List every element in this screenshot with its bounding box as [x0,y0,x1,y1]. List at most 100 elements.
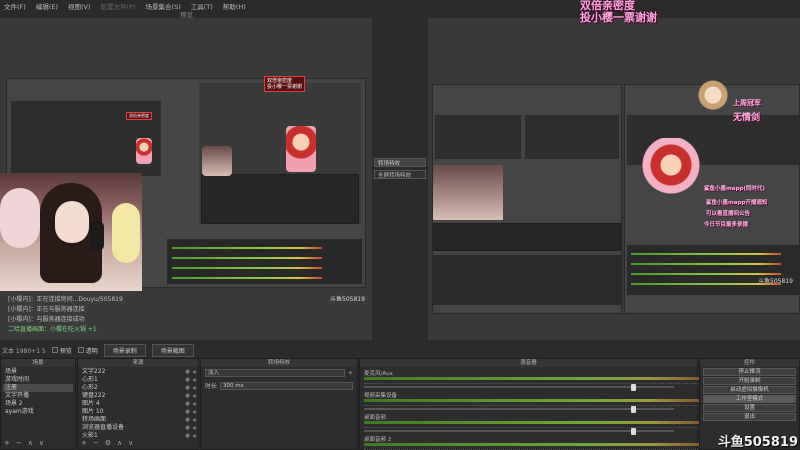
nested-capture-right [432,84,622,314]
scene-item[interactable]: 注册 [3,384,73,392]
source-item[interactable]: 转场画面 ◉ 🔒︎ [80,416,196,424]
source-item[interactable]: 图片 10 ◉ 🔒︎ [80,408,196,416]
lock-icon[interactable]: 🔒︎ [193,416,196,424]
preview-checkbox[interactable]: 预览 [51,346,72,355]
remove-icon[interactable]: − [16,439,22,447]
source-label: 键盘222 [82,392,106,399]
channel-name: 桌面音频 [364,415,387,421]
volume-slider[interactable] [364,430,674,432]
scene-item[interactable]: 文字开播 [3,392,73,400]
controls-title: 控件 [700,359,799,367]
transitions-dock: 转场特效 淡入 + 时长 300 ms [200,358,358,450]
lock-icon[interactable]: 🔒︎ [193,432,196,440]
source-item[interactable]: 心形2 ◉ 🔒︎ [80,384,196,392]
source-item[interactable]: 文字222 ◉ 🔒︎ [80,368,196,376]
up-icon[interactable]: ∧ [117,439,122,447]
control-button[interactable]: 停止推流 [703,368,796,376]
menu-file[interactable]: 文件(F) [4,1,26,11]
transition-select[interactable]: 全屏转场特效 [374,170,426,179]
webcam-thumb [202,146,232,176]
volume-slider[interactable] [364,408,674,410]
down-icon[interactable]: ∨ [39,439,44,447]
avatar-image [698,78,728,116]
control-button[interactable]: 开始录制 [703,377,796,385]
source-label: 转场画面 [82,416,107,423]
lock-icon[interactable]: 🔒︎ [193,424,196,432]
source-item[interactable]: 浏览器直播设备 ◉ 🔒︎ [80,424,196,432]
mixer-channel: 麦克风/Aux-inf dB🔊︎⚙ [364,369,722,391]
sources-dock: 来源 文字222 ◉ 🔒︎ 心形1 ◉ 🔒︎ 心形2 ◉ 🔒︎ 键盘222 ◉ 🔒︎ 图片 4 ◉ 🔒︎ 图片… [77,358,199,450]
mixer-channel: 桌面音频 2-inf dB🔊︎⚙ [364,435,722,450]
add-icon[interactable]: + [348,370,353,377]
control-button[interactable]: 工作室模式 [703,395,796,403]
overlay-notice: 今日节目最多录播 [704,222,749,228]
menu-scene-collection[interactable]: 场景集合(S) [146,1,181,11]
source-label: 心形2 [82,384,98,391]
channel-name: 视频采集设备 [364,393,398,399]
lock-icon[interactable]: 🔒︎ [193,392,196,400]
menu-tools[interactable]: 工具(T) [191,1,213,11]
up-icon[interactable]: ∧ [28,439,33,447]
eye-icon[interactable]: ◉ [185,368,190,376]
menu-profile[interactable]: 配置文件(P) [101,1,136,11]
watermark: 斗鱼505819 [717,435,798,450]
anime-character-image-small [136,138,152,164]
status-text: 文本 1980+1 5 [2,347,46,355]
overlay-notice: 可以看直播间公告 [706,211,751,217]
volume-slider[interactable] [364,386,674,388]
eye-icon[interactable]: ◉ [185,432,190,440]
source-item[interactable]: 图片 4 ◉ 🔒︎ [80,400,196,408]
lock-icon[interactable]: 🔒︎ [193,384,196,392]
scene-record-button[interactable]: 场景录制 [103,343,146,357]
eye-icon[interactable]: ◉ [185,416,190,424]
volume-slider-knob[interactable] [630,406,636,413]
transition-type-select[interactable]: 淡入 [205,369,345,377]
eye-icon[interactable]: ◉ [185,424,190,432]
mixer-channel: 视频采集设备-inf dB🔊︎⚙ [364,391,722,413]
scene-screenshot-button[interactable]: 场景截图 [151,343,194,357]
control-button[interactable]: 设置 [703,404,796,412]
add-icon[interactable]: + [81,439,87,447]
menu-view[interactable]: 视图(V) [68,1,91,11]
scenes-dock: 场景 场景 游戏时间 注册 文字开播 场景 2 ayam游戏 + − ∧ ∨ [0,358,76,450]
scene-item[interactable]: ayam游戏 [3,408,73,416]
volume-slider-knob[interactable] [630,428,636,435]
gear-icon[interactable]: ⚙ [105,439,111,447]
lock-icon[interactable]: 🔒︎ [193,376,196,384]
program-pane[interactable]: 上周冠军 无情剑 鲨鱼小墨mapp(同时代) 鲨鱼小墨mapp开播通知 可以看直… [428,18,800,340]
preview-pane[interactable]: 双倍亲密度 投小樱一票谢谢 双倍亲密度 [小樱内]：正在连接房间...Douyu… [0,18,372,340]
studio-transition-controls: 转场特效 全屏转场特效 [374,158,426,179]
add-icon[interactable]: + [4,439,10,447]
eye-icon[interactable]: ◉ [185,400,190,408]
down-icon[interactable]: ∨ [128,439,133,447]
scene-item[interactable]: 场景 2 [3,400,73,408]
source-item[interactable]: 心形1 ◉ 🔒︎ [80,376,196,384]
log-line: [小樱内]：与服务器连接成功 [8,316,85,323]
channel-name: 桌面音频 2 [364,437,392,443]
eye-icon[interactable]: ◉ [185,376,190,384]
lock-icon[interactable]: 🔒︎ [193,368,196,376]
eye-icon[interactable]: ◉ [185,384,190,392]
log-line: [小樱内]：正在与服务器连接 [8,306,85,313]
transition-button[interactable]: 转场特效 [374,158,426,167]
control-button[interactable]: 启动虚拟摄像机 [703,386,796,394]
duration-input[interactable]: 300 ms [220,381,353,390]
menu-edit[interactable]: 编辑(E) [36,1,58,11]
menu-help[interactable]: 帮助(H) [223,1,246,11]
lock-icon[interactable]: 🔒︎ [193,400,196,408]
eye-icon[interactable]: ◉ [185,392,190,400]
duration-label: 时长 [205,383,218,390]
scene-item[interactable]: 游戏时间 [3,376,73,384]
webcam-feed [0,173,142,291]
remove-icon[interactable]: − [93,439,99,447]
scene-item[interactable]: 场景 [3,368,73,376]
volume-slider-knob[interactable] [630,384,636,391]
transitions-title: 转场特效 [201,359,357,367]
transparent-checkbox[interactable]: 透明 [77,346,98,355]
overlay-champ-name: 无情剑 [733,113,761,123]
eye-icon[interactable]: ◉ [185,408,190,416]
source-item[interactable]: 键盘222 ◉ 🔒︎ [80,392,196,400]
overlay-banner: 双倍亲密度 投小樱一票谢谢 [580,0,657,24]
lock-icon[interactable]: 🔒︎ [193,408,196,416]
control-button[interactable]: 退出 [703,413,796,421]
